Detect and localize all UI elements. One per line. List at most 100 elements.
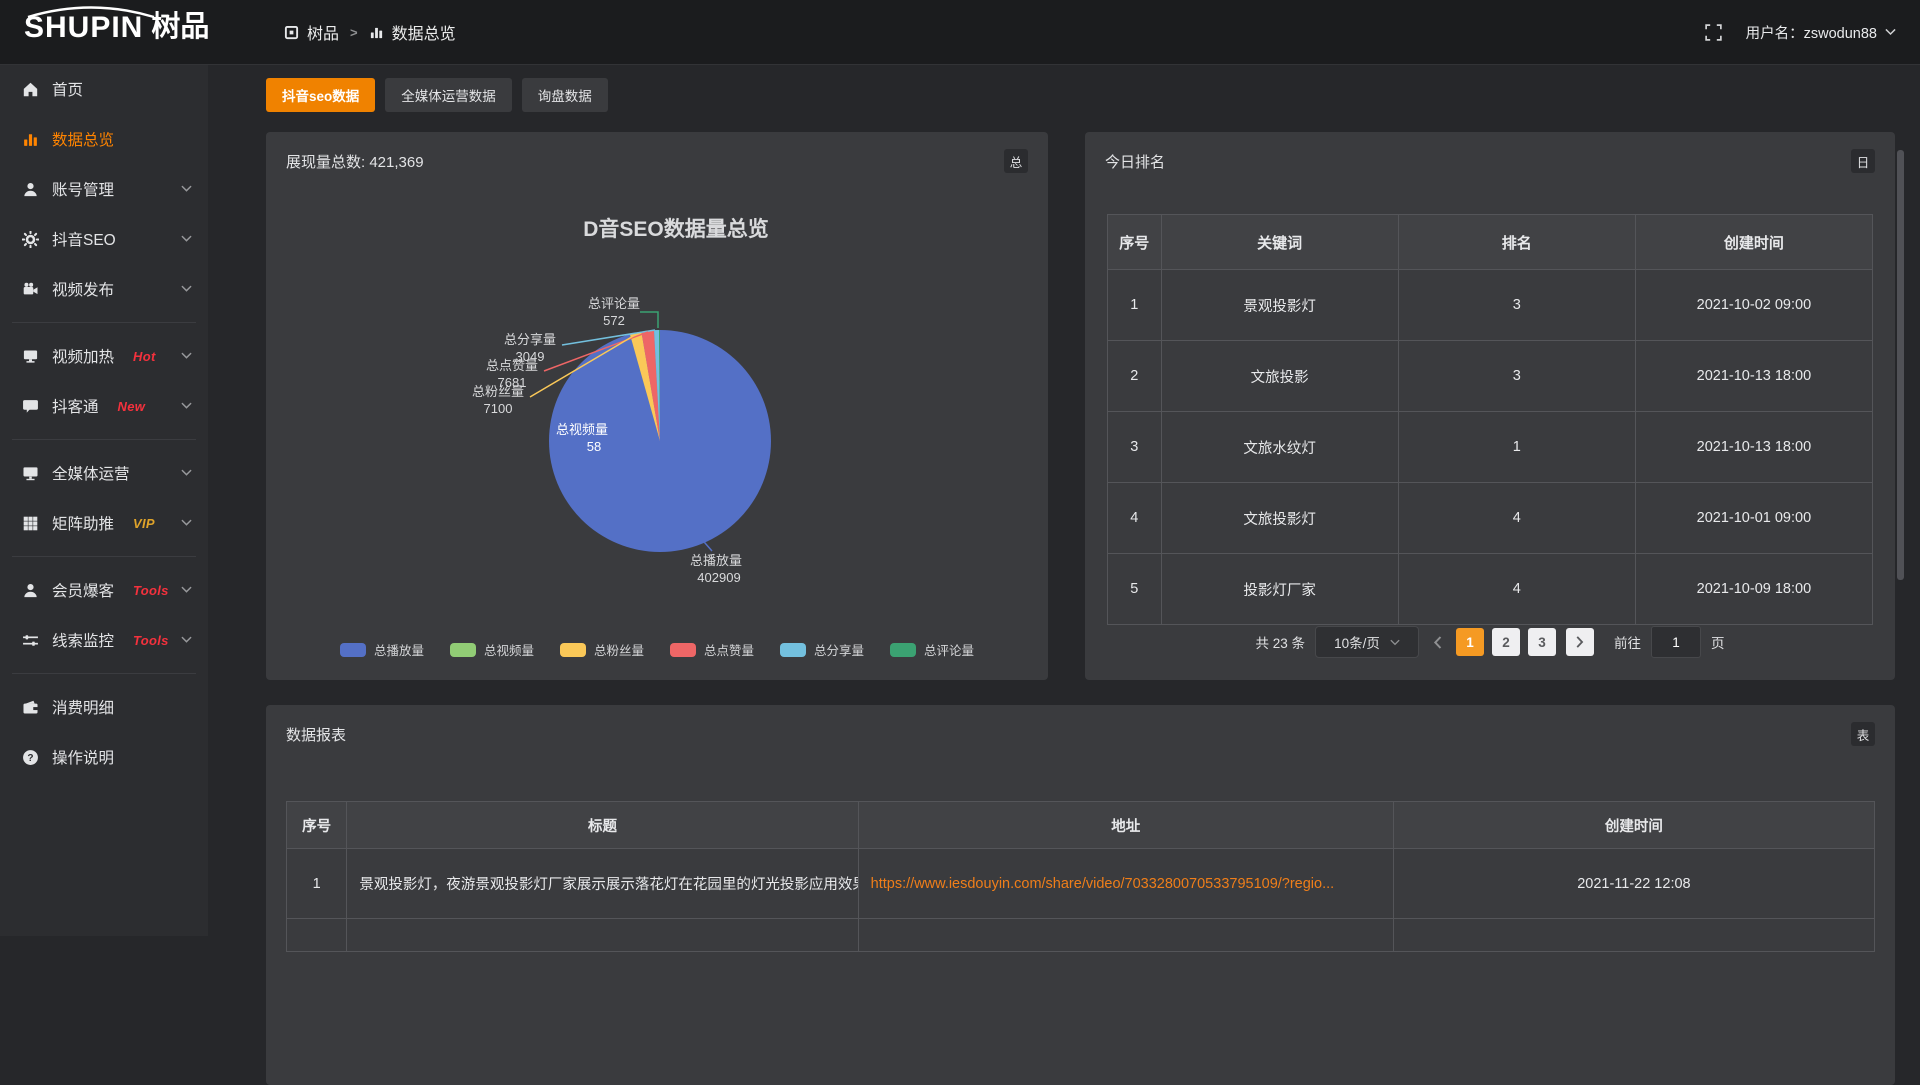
- prev-page-button[interactable]: [1433, 636, 1442, 649]
- sidebar-item-label: 消费明细: [52, 696, 114, 718]
- sidebar-item-label: 线索监控: [52, 629, 114, 651]
- ranking-card: 今日排名 日 序号关键词排名创建时间 1景观投影灯32021-10-02 09:…: [1085, 132, 1895, 680]
- table-row-partial: [287, 919, 1875, 952]
- app-icon: [284, 25, 299, 40]
- legend-item-总粉丝量[interactable]: 总粉丝量: [560, 640, 644, 659]
- table-cell: 景观投影灯: [1161, 270, 1398, 341]
- legend-label: 总分享量: [814, 640, 864, 659]
- chart-title: D音SEO数据量总览: [583, 217, 769, 241]
- sidebar-item-线索监控[interactable]: 线索监控Tools: [0, 615, 208, 665]
- scrollbar-thumb[interactable]: [1897, 150, 1904, 580]
- report-cell-created: 2021-11-22 12:08: [1393, 849, 1874, 919]
- legend-label: 总评论量: [924, 640, 974, 659]
- report-cell-title: 景观投影灯，夜游景观投影灯厂家展示展示落花灯在花园里的灯光投影应用效果 #: [347, 849, 858, 919]
- table-row[interactable]: 3文旅水纹灯12021-10-13 18:00: [1108, 412, 1873, 483]
- sidebar-item-label: 视频发布: [52, 278, 114, 300]
- sidebar-item-账号管理[interactable]: 账号管理: [0, 164, 208, 214]
- sidebar-item-label: 操作说明: [52, 746, 114, 768]
- page-buttons: 123: [1456, 628, 1556, 656]
- tab-全媒体运营数据[interactable]: 全媒体运营数据: [385, 78, 512, 112]
- chart-legend: 总播放量 总视频量 总粉丝量 总点赞量 总分享量 总评论量: [266, 640, 1048, 659]
- sidebar-item-label: 视频加热: [52, 345, 114, 367]
- table-cell: 文旅投影: [1161, 341, 1398, 412]
- pie-wedges[interactable]: [549, 330, 771, 552]
- report-cell-link[interactable]: https://www.iesdouyin.com/share/video/70…: [858, 849, 1393, 919]
- table-row[interactable]: 5投影灯厂家42021-10-09 18:00: [1108, 554, 1873, 625]
- sidebar-item-label: 抖音SEO: [52, 228, 116, 250]
- header-right: 用户名：zswodun88: [1705, 0, 1896, 64]
- table-cell: 3: [1108, 412, 1162, 483]
- legend-item-总播放量[interactable]: 总播放量: [340, 640, 424, 659]
- sidebar-item-badge: Tools: [133, 583, 169, 598]
- table-row[interactable]: 4文旅投影灯42021-10-01 09:00: [1108, 483, 1873, 554]
- sidebar-item-label: 抖客通: [52, 395, 99, 417]
- sidebar-item-badge: Hot: [133, 349, 156, 364]
- tab-询盘数据[interactable]: 询盘数据: [522, 78, 608, 112]
- chevron-down-icon: [181, 402, 192, 410]
- page-button-1[interactable]: 1: [1456, 628, 1484, 656]
- table-cell: 4: [1108, 483, 1162, 554]
- table-cell: 1: [1108, 270, 1162, 341]
- app-logo: SHUPIN 树品: [24, 13, 209, 43]
- day-badge-button[interactable]: 日: [1851, 149, 1875, 173]
- page-button-2[interactable]: 2: [1492, 628, 1520, 656]
- ranking-header-创建时间: 创建时间: [1635, 215, 1872, 270]
- table-badge-button[interactable]: 表: [1851, 722, 1875, 746]
- bar-chart-icon: [22, 131, 39, 148]
- legend-item-总分享量[interactable]: 总分享量: [780, 640, 864, 659]
- user-menu[interactable]: 用户名：zswodun88: [1746, 22, 1896, 43]
- table-row[interactable]: 2文旅投影32021-10-13 18:00: [1108, 341, 1873, 412]
- legend-item-总评论量[interactable]: 总评论量: [890, 640, 974, 659]
- sidebar-item-操作说明[interactable]: ? 操作说明: [0, 732, 208, 782]
- sidebar-item-抖客通[interactable]: 抖客通New: [0, 381, 208, 431]
- table-cell: 2: [1108, 341, 1162, 412]
- page-size-select[interactable]: 10条/页: [1315, 626, 1419, 658]
- goto-page-input[interactable]: [1651, 626, 1701, 658]
- legend-swatch: [670, 643, 696, 657]
- table-row[interactable]: 1景观投影灯32021-10-02 09:00: [1108, 270, 1873, 341]
- sliders-icon: [22, 632, 39, 649]
- breadcrumb-item-current[interactable]: 数据总览: [392, 20, 456, 44]
- pie-label-comments: 总评论量: [588, 296, 640, 311]
- legend-swatch: [890, 643, 916, 657]
- table-cell: 4: [1398, 483, 1635, 554]
- pie-value-plays: 402909: [697, 570, 740, 585]
- report-table: 序号标题地址创建时间 1景观投影灯，夜游景观投影灯厂家展示展示落花灯在花园里的灯…: [286, 801, 1875, 952]
- legend-item-总点赞量[interactable]: 总点赞量: [670, 640, 754, 659]
- sidebar-divider: [12, 439, 196, 440]
- report-card-title: 数据报表: [286, 724, 346, 745]
- report-table-wrap: 序号标题地址创建时间 1景观投影灯，夜游景观投影灯厂家展示展示落花灯在花园里的灯…: [286, 801, 1875, 952]
- sidebar-item-首页[interactable]: 首页: [0, 64, 208, 114]
- sidebar-item-全媒体运营[interactable]: 全媒体运营: [0, 448, 208, 498]
- ranking-card-title: 今日排名: [1105, 151, 1165, 172]
- fullscreen-icon[interactable]: [1705, 24, 1722, 41]
- sidebar-item-视频加热[interactable]: 视频加热 Hot: [0, 331, 208, 381]
- sidebar: 首页数据总览账号管理抖音SEO 视频发布视频加热 Hot 抖客通New 全媒体运营矩阵助…: [0, 64, 208, 936]
- legend-swatch: [340, 643, 366, 657]
- chevron-down-icon: [1390, 639, 1400, 646]
- page-button-3[interactable]: 3: [1528, 628, 1556, 656]
- chevron-down-icon: [181, 235, 192, 243]
- sidebar-item-矩阵助推[interactable]: 矩阵助推VIP: [0, 498, 208, 548]
- pagination: 共 23 条 10条/页 123 前往 页: [1085, 626, 1895, 658]
- pie-value-videos: 58: [587, 439, 601, 454]
- sidebar-item-badge: VIP: [133, 516, 155, 531]
- tab-抖音seo数据[interactable]: 抖音seo数据: [266, 78, 375, 112]
- ranking-table-header-row: 序号关键词排名创建时间: [1108, 215, 1873, 270]
- table-row[interactable]: 1景观投影灯，夜游景观投影灯厂家展示展示落花灯在花园里的灯光投影应用效果 #ht…: [287, 849, 1875, 919]
- chevron-down-icon: [181, 586, 192, 594]
- question-circle-icon: ?: [22, 749, 39, 766]
- sidebar-item-视频发布[interactable]: 视频发布: [0, 264, 208, 314]
- report-header-标题: 标题: [347, 802, 858, 849]
- report-card: 数据报表 表 序号标题地址创建时间 1景观投影灯，夜游景观投影灯厂家展示展示落花…: [266, 705, 1895, 1085]
- sidebar-item-数据总览[interactable]: 数据总览: [0, 114, 208, 164]
- breadcrumb-separator: >: [350, 25, 358, 40]
- sidebar-item-消费明细[interactable]: 消费明细: [0, 682, 208, 732]
- legend-item-总视频量[interactable]: 总视频量: [450, 640, 534, 659]
- sidebar-item-会员爆客[interactable]: 会员爆客Tools: [0, 565, 208, 615]
- user-icon: [22, 181, 39, 198]
- sidebar-item-抖音SEO[interactable]: 抖音SEO: [0, 214, 208, 264]
- ranking-header-序号: 序号: [1108, 215, 1162, 270]
- breadcrumb-item-home[interactable]: 树品: [307, 20, 339, 44]
- next-page-button[interactable]: [1566, 628, 1594, 656]
